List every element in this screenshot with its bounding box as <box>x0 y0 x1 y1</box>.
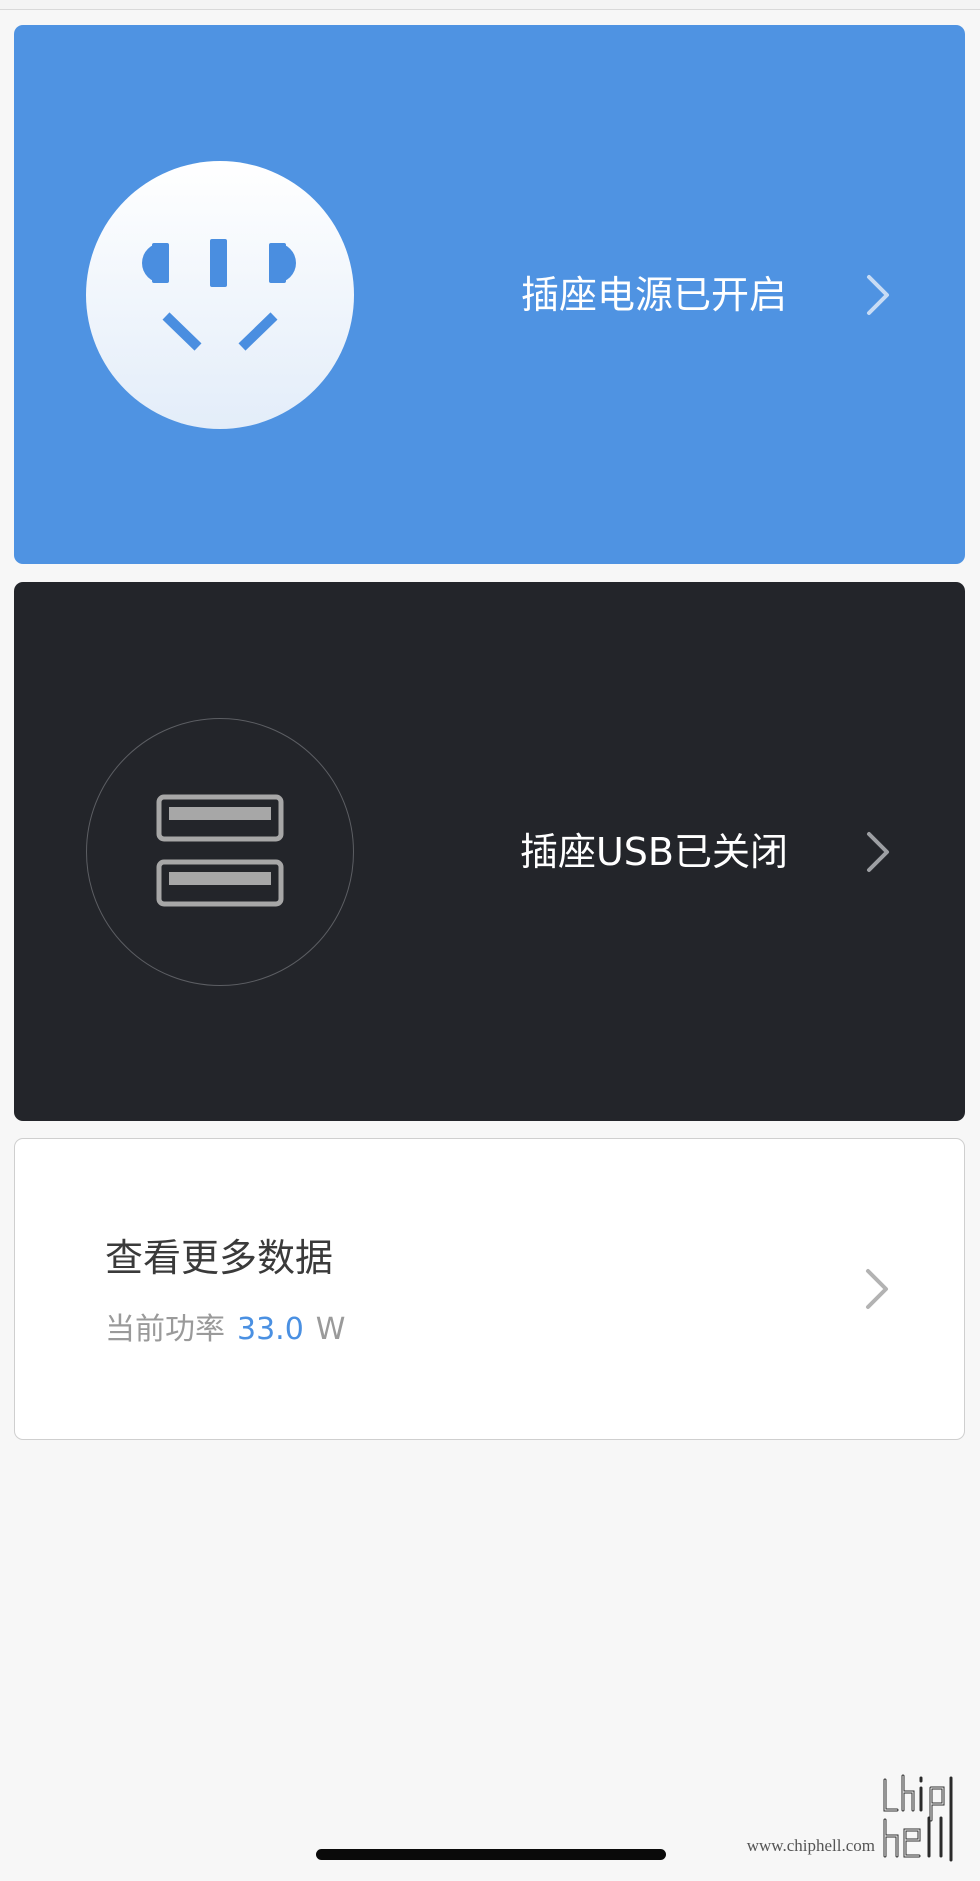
home-indicator[interactable] <box>316 1849 666 1860</box>
usb-status-label: 插座USB已关闭 <box>519 830 788 874</box>
watermark: www.chiphell.com <box>746 1770 975 1870</box>
watermark-url: www.chiphell.com <box>746 1836 875 1855</box>
current-power-row: 当前功率 33.0 W <box>105 1311 345 1349</box>
power-socket-icon <box>86 161 354 429</box>
chiphell-logo-icon <box>875 1770 965 1866</box>
power-status-label: 插座电源已开启 <box>520 273 787 317</box>
current-power-unit: W <box>315 1312 346 1347</box>
current-power-label: 当前功率 <box>105 1312 225 1347</box>
socket-power-card[interactable]: 插座电源已开启 <box>14 25 965 564</box>
current-power-value: 33.0 <box>237 1312 304 1347</box>
chevron-right-icon <box>857 273 897 317</box>
more-data-card[interactable]: 查看更多数据 当前功率 33.0 W <box>14 1138 965 1440</box>
chevron-right-icon <box>857 830 897 874</box>
more-data-title: 查看更多数据 <box>105 1236 334 1280</box>
socket-usb-card[interactable]: 插座USB已关闭 <box>14 582 965 1121</box>
chevron-right-icon <box>856 1267 896 1311</box>
top-divider <box>0 0 980 10</box>
usb-port-icon <box>86 718 354 986</box>
